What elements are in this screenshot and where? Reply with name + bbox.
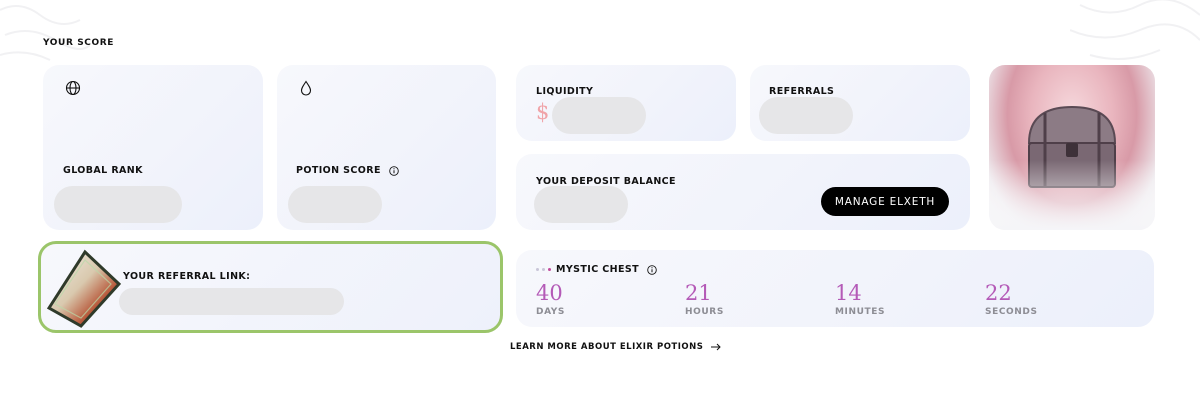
manage-elxeth-button[interactable]: MANAGE ELXETH — [821, 187, 949, 216]
mystic-chest-card: MYSTIC CHEST 40 DAYS 21 HOURS 14 MINUTES… — [516, 250, 1154, 327]
global-rank-value-skeleton — [54, 186, 182, 223]
seconds-value: 22 — [985, 281, 1012, 305]
hours-unit: HOURS — [685, 307, 724, 317]
liquidity-label: LIQUIDITY — [536, 86, 594, 97]
deposit-balance-value-skeleton — [534, 186, 628, 223]
potion-score-card: POTION SCORE — [277, 65, 496, 230]
hours-value: 21 — [685, 281, 712, 305]
potion-score-label: POTION SCORE — [296, 165, 399, 176]
learn-more-link[interactable]: LEARN MORE ABOUT ELIXIR POTIONS — [510, 342, 722, 352]
dots-icon — [536, 268, 551, 271]
globe-icon — [65, 80, 81, 96]
decorative-pattern-right — [1070, 0, 1200, 60]
mystic-chest-title-text: MYSTIC CHEST — [556, 264, 640, 275]
global-rank-card: GLOBAL RANK — [43, 65, 263, 230]
info-icon[interactable] — [646, 264, 657, 275]
treasure-chest-image — [989, 65, 1155, 230]
minutes-unit: MINUTES — [835, 307, 886, 317]
liquidity-value-skeleton — [552, 97, 646, 134]
referrals-value-skeleton — [759, 97, 853, 134]
arrow-right-icon — [711, 343, 722, 351]
days-unit: DAYS — [536, 307, 565, 317]
learn-more-label: LEARN MORE ABOUT ELIXIR POTIONS — [510, 342, 704, 352]
referral-link-skeleton[interactable] — [119, 288, 344, 315]
section-title: YOUR SCORE — [43, 38, 115, 48]
seconds-unit: SECONDS — [985, 307, 1038, 317]
decorative-pattern-left — [0, 5, 90, 61]
minutes-value: 14 — [835, 281, 862, 305]
days-value: 40 — [536, 281, 563, 305]
referrals-label: REFERRALS — [769, 86, 835, 97]
referrals-card: REFERRALS — [750, 65, 970, 141]
currency-symbol: $ — [536, 100, 550, 124]
potion-bottle-image — [46, 249, 122, 328]
info-icon[interactable] — [388, 165, 399, 176]
potion-score-label-text: POTION SCORE — [296, 165, 381, 176]
referral-link-label: YOUR REFERRAL LINK: — [123, 271, 251, 282]
mystic-chest-title: MYSTIC CHEST — [556, 264, 657, 275]
potion-score-value-skeleton — [288, 186, 382, 223]
referral-link-card: YOUR REFERRAL LINK: — [38, 241, 503, 333]
droplet-icon — [300, 80, 312, 96]
global-rank-label: GLOBAL RANK — [63, 165, 143, 176]
